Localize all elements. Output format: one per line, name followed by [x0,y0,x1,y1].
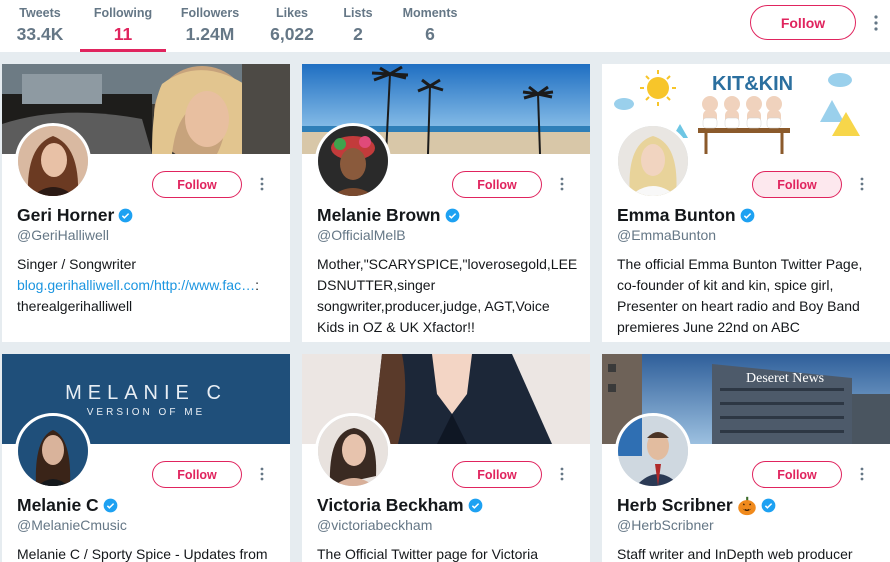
more-options-icon[interactable] [558,176,566,192]
banner-title: MELANIE C [65,382,227,404]
user-card[interactable]: Follow Victoria Beckham @victoriabeckham… [302,354,590,562]
user-name-text: Emma Bunton [617,205,736,225]
verified-badge-icon [761,498,776,513]
more-options-icon[interactable] [558,466,566,482]
user-bio: Melanie C / Sporty Spice - Updates from [17,546,268,562]
bio-text: : [255,277,259,293]
stat-moments[interactable]: Moments 6 [400,6,460,46]
more-options-icon[interactable] [872,14,880,32]
bio-link[interactable]: blog.gerihalliwell.com/http://www.fac… [17,277,255,293]
user-handle[interactable]: @GeriHalliwell [17,227,109,243]
bio-text: therealgerihalliwell [17,298,133,314]
user-bio: The official Emma Bunton Twitter Page, c… [617,256,863,335]
user-bio: Staff writer and InDepth web producer [617,546,853,562]
user-name[interactable]: Herb Scribner [617,495,776,516]
more-options-icon[interactable] [258,466,266,482]
stat-lists[interactable]: Lists 2 [340,6,376,46]
avatar[interactable] [615,413,691,489]
profile-nav: Tweets 33.4K Following 11 Followers 1.24… [0,0,890,53]
user-bio: The Official Twitter page for Victoria [317,546,538,562]
stat-following[interactable]: Following 11 [90,6,156,46]
stat-tweets[interactable]: Tweets 33.4K [14,6,66,46]
stat-label: Tweets [19,6,61,20]
follow-button[interactable]: Follow [752,461,842,488]
stat-value: 6,022 [270,24,314,44]
user-card[interactable]: Follow Geri Horner @GeriHalliwell Singer… [2,64,290,342]
avatar[interactable] [15,413,91,489]
stat-value: 2 [353,24,363,44]
more-options-icon[interactable] [858,176,866,192]
user-card[interactable]: Deseret News Follow Herb Scribner @HerbS… [602,354,890,562]
verified-badge-icon [740,208,754,223]
stat-value: 6 [425,24,435,44]
more-options-icon[interactable] [258,176,266,192]
user-bio: Mother,"SCARYSPICE,"loverosegold,LEEDSNU… [317,256,578,335]
jack-o-lantern-icon [737,496,756,515]
user-name[interactable]: Victoria Beckham [317,495,483,516]
user-handle[interactable]: @HerbScribner [617,517,714,533]
stat-label: Likes [276,6,308,20]
verified-badge-icon [118,208,133,223]
user-card[interactable]: MELANIE C VERSION OF ME Follow Melanie C… [2,354,290,562]
verified-badge-icon [445,208,459,223]
banner-brand-text: KIT&KIN [712,73,793,95]
stat-label: Following [93,6,153,20]
follow-button[interactable]: Follow [752,171,842,198]
stat-value: 11 [113,24,133,44]
more-options-icon[interactable] [858,466,866,482]
avatar[interactable] [315,123,391,199]
banner-sign: Deseret News [746,371,824,386]
stat-label: Moments [402,6,458,20]
user-name-text: Melanie Brown [317,205,441,225]
user-name-text: Geri Horner [17,205,115,225]
verified-badge-icon [103,498,118,513]
stat-value: 1.24M [185,24,235,44]
bio-text: Singer / Songwriter [17,256,137,272]
stat-label: Lists [343,6,373,20]
user-name[interactable]: Melanie C [17,495,118,516]
user-card[interactable]: Follow Melanie Brown @OfficialMelB Mothe… [302,64,590,342]
stat-likes[interactable]: Likes 6,022 [266,6,318,46]
user-bio: Singer / Songwriter blog.gerihalliwell.c… [17,254,279,317]
avatar[interactable] [615,123,691,199]
user-name-text: Herb Scribner [617,495,733,515]
active-tab-indicator [80,49,166,52]
follow-button[interactable]: Follow [750,5,856,40]
stat-value: 33.4K [16,24,64,44]
user-handle[interactable]: @MelanieCmusic [17,517,127,533]
user-handle[interactable]: @EmmaBunton [617,227,716,243]
stat-followers[interactable]: Followers 1.24M [178,6,242,46]
user-handle[interactable]: @victoriabeckham [317,517,432,533]
stat-label: Followers [180,6,240,20]
user-name[interactable]: Emma Bunton [617,205,755,226]
verified-badge-icon [468,498,482,513]
follow-button[interactable]: Follow [152,461,242,488]
user-card[interactable]: KIT&KIN Follow Emma Bunton @EmmaBunton T… [602,64,890,342]
follow-button[interactable]: Follow [152,171,242,198]
follow-button[interactable]: Follow [452,171,542,198]
avatar[interactable] [15,123,91,199]
banner-subtitle: VERSION OF ME [87,407,205,418]
user-name-text: Melanie C [17,495,99,515]
avatar[interactable] [315,413,391,489]
user-name[interactable]: Geri Horner [17,205,133,226]
user-name-text: Victoria Beckham [317,495,464,515]
user-name[interactable]: Melanie Brown [317,205,460,226]
user-handle[interactable]: @OfficialMelB [317,227,406,243]
follow-button[interactable]: Follow [452,461,542,488]
